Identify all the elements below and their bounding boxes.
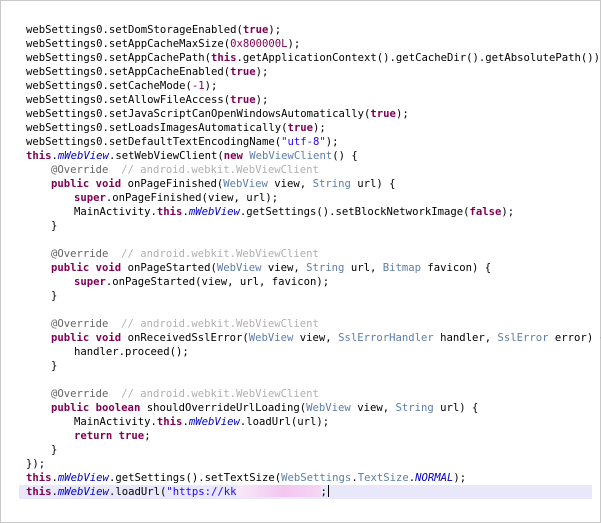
code-line: webSettings0.setAppCachePath(this.getApp…: [26, 52, 601, 64]
code-line: webSettings0.setDefaultTextEncodingName(…: [26, 136, 339, 148]
text-cursor: [327, 485, 329, 497]
code-line: @Override // android.webkit.WebViewClien…: [51, 388, 319, 400]
code-line: @Override // android.webkit.WebViewClien…: [51, 248, 319, 260]
code-line: webSettings0.setAllowFileAccess(true);: [26, 94, 269, 106]
code-line: @Override // android.webkit.WebViewClien…: [51, 318, 319, 330]
code-line: }: [51, 444, 58, 456]
code-line: webSettings0.setAppCacheMaxSize(0x800000…: [26, 38, 301, 50]
code-line: }: [51, 360, 58, 372]
current-code-line[interactable]: this.mWebView.loadUrl("https://kk;: [19, 485, 592, 499]
code-line: webSettings0.setAppCacheEnabled(true);: [26, 66, 269, 78]
code-line: public void onReceivedSslError(WebView v…: [51, 332, 601, 344]
code-line: webSettings0.setDomStorageEnabled(true);: [26, 24, 282, 36]
code-line: MainActivity.this.mWebView.getSettings()…: [74, 206, 515, 218]
code-line: }: [51, 290, 58, 302]
code-line: @Override // android.webkit.WebViewClien…: [51, 164, 319, 176]
code-line: handler.proceed();: [74, 346, 189, 358]
code-line: super.onPageStarted(view, url, favicon);: [74, 276, 330, 288]
code-line: public boolean shouldOverrideUrlLoading(…: [51, 402, 479, 414]
code-line: }: [51, 220, 58, 232]
code-line: });: [26, 458, 46, 470]
code-editor[interactable]: webSettings0.setDomStorageEnabled(true);…: [1, 23, 601, 499]
code-line: return true;: [74, 430, 151, 442]
code-line: public void onPageFinished(WebView view,…: [51, 178, 396, 190]
code-line: webSettings0.setCacheMode(-1);: [26, 80, 218, 92]
code-line: super.onPageFinished(view, url);: [74, 192, 279, 204]
code-editor-window: webSettings0.setDomStorageEnabled(true);…: [0, 0, 601, 523]
code-line: MainActivity.this.mWebView.loadUrl(url);: [74, 416, 330, 428]
code-line: webSettings0.setLoadsImagesAutomatically…: [26, 122, 326, 134]
code-line: this.mWebView.setWebViewClient(new WebVi…: [26, 150, 358, 162]
code-line: webSettings0.setJavaScriptCanOpenWindows…: [26, 108, 409, 120]
code-line: this.mWebView.getSettings().setTextSize(…: [26, 472, 467, 484]
code-line: public void onPageStarted(WebView view, …: [51, 262, 492, 274]
redacted-url-region: [236, 485, 321, 497]
